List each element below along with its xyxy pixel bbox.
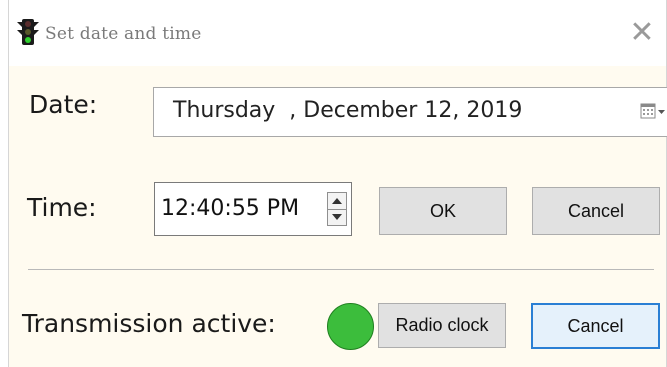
time-field[interactable]: 12:40:55 PM — [154, 182, 352, 236]
triangle-down-icon — [332, 214, 342, 220]
window-title: Set date and time — [45, 24, 202, 44]
ok-button[interactable]: OK — [379, 187, 507, 235]
time-value: 12:40:55 PM — [161, 196, 300, 221]
traffic-light-icon — [17, 18, 39, 46]
radio-clock-button[interactable]: Radio clock — [378, 303, 506, 348]
transmission-indicator-led — [327, 303, 374, 350]
calendar-dropdown-button[interactable] — [640, 102, 666, 122]
cancel-top-button[interactable]: Cancel — [532, 187, 660, 235]
triangle-up-icon — [332, 198, 342, 204]
cancel-bottom-button[interactable]: Cancel — [531, 303, 660, 349]
time-increment-button[interactable] — [328, 193, 346, 210]
divider — [28, 269, 654, 270]
date-value: Thursday , December 12, 2019 — [173, 98, 523, 123]
transmission-label: Transmission active: — [22, 309, 276, 338]
date-label: Date: — [29, 90, 98, 119]
close-button[interactable]: ✕ — [622, 12, 662, 52]
set-date-time-window: Set date and time ✕ Date: Thursday , Dec… — [8, 0, 667, 367]
time-spinner[interactable] — [327, 192, 347, 226]
date-picker[interactable]: Thursday , December 12, 2019 — [153, 87, 667, 137]
calendar-icon — [640, 103, 665, 119]
time-decrement-button[interactable] — [328, 209, 346, 225]
close-icon: ✕ — [629, 14, 655, 50]
time-label: Time: — [27, 193, 97, 222]
title-bar: Set date and time ✕ — [9, 0, 666, 66]
